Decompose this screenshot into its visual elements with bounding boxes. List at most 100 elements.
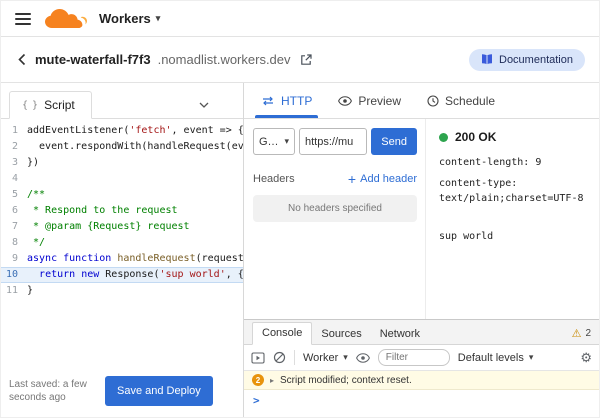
- response-viewer: 200 OK content-length: 9 content-type: t…: [426, 119, 599, 319]
- console-filter-input[interactable]: [378, 349, 450, 366]
- braces-icon: { }: [22, 100, 37, 111]
- eye-icon[interactable]: [356, 353, 370, 363]
- context-value: Worker: [303, 352, 338, 364]
- warning-count-badge: 2: [252, 374, 264, 386]
- http-arrows-icon: [261, 96, 275, 106]
- method-value: G…: [259, 136, 279, 148]
- url-input[interactable]: [299, 128, 367, 155]
- tab-sources[interactable]: Sources: [312, 324, 370, 345]
- script-tab-label: Script: [44, 98, 75, 112]
- code-text: * Respond to the request: [27, 203, 178, 219]
- worker-name: mute-waterfall-f7f3: [35, 52, 151, 67]
- warning-count: 2: [585, 328, 591, 339]
- plus-icon: +: [348, 172, 356, 186]
- status-dot: [439, 133, 448, 142]
- documentation-button[interactable]: Documentation: [469, 49, 585, 71]
- preview-tab-label: Preview: [358, 94, 401, 108]
- response-status: 200 OK: [439, 130, 591, 144]
- code-line[interactable]: 9async function handleRequest(request: [1, 251, 243, 267]
- external-link-icon[interactable]: [300, 54, 312, 66]
- http-body: G… ▾ Send Headers + Add header No heade: [244, 119, 599, 319]
- chevron-down-icon: ▾: [284, 136, 289, 147]
- last-saved-text: Last saved: a few seconds ago: [9, 378, 95, 405]
- line-number: 1: [1, 123, 27, 139]
- workers-editor-app: Workers ▾ mute-waterfall-f7f3 .nomadlist…: [0, 0, 600, 418]
- code-line[interactable]: 10 return new Response('sup world', {: [1, 267, 243, 283]
- log-levels-select[interactable]: Default levels ▾: [458, 352, 534, 364]
- top-bar: Workers ▾: [1, 1, 599, 37]
- warning-icon: ⚠: [572, 327, 582, 340]
- cloudflare-logo: [43, 9, 87, 29]
- method-select[interactable]: G… ▾: [253, 128, 295, 155]
- console-message-text: Script modified; context reset.: [280, 375, 412, 386]
- toolbar-divider: [294, 350, 295, 365]
- console-toolbar: Worker ▾ Default levels ▾ ⚙: [244, 345, 599, 371]
- context-select[interactable]: Worker ▾: [303, 352, 348, 364]
- code-text: * @param {Request} request: [27, 219, 190, 235]
- worker-domain: .nomadlist.workers.dev: [158, 52, 291, 67]
- schedule-tab-label: Schedule: [445, 94, 495, 108]
- code-line[interactable]: 3}): [1, 155, 243, 171]
- product-switcher[interactable]: Workers ▾: [99, 11, 160, 26]
- send-button[interactable]: Send: [371, 128, 417, 155]
- editor-tab-bar: { } Script: [1, 83, 243, 119]
- main-area: { } Script 1addEventListener('fetch', ev…: [1, 83, 599, 417]
- code-text: /**: [27, 187, 45, 203]
- tab-network[interactable]: Network: [371, 324, 429, 345]
- http-tab-label: HTTP: [281, 94, 312, 108]
- no-headers-placeholder: No headers specified: [253, 195, 417, 222]
- eye-icon: [338, 96, 352, 106]
- code-text: */: [27, 235, 45, 251]
- response-header: content-length: 9: [439, 155, 591, 171]
- line-number: 4: [1, 171, 27, 187]
- editor-panel: { } Script 1addEventListener('fetch', ev…: [1, 83, 244, 417]
- chevron-down-icon[interactable]: [199, 102, 209, 108]
- console-prompt[interactable]: >: [244, 390, 599, 417]
- line-number: 11: [1, 283, 27, 299]
- line-number: 7: [1, 219, 27, 235]
- clear-console-icon[interactable]: [273, 351, 286, 364]
- tab-schedule[interactable]: Schedule: [414, 83, 508, 118]
- line-number: 5: [1, 187, 27, 203]
- clock-icon: [427, 95, 439, 107]
- chevron-down-icon: ▾: [343, 352, 348, 363]
- code-line[interactable]: 11}: [1, 283, 243, 299]
- chevron-down-icon: ▾: [156, 13, 161, 24]
- line-number: 8: [1, 235, 27, 251]
- expand-caret-icon: ▸: [270, 376, 274, 385]
- save-and-deploy-button[interactable]: Save and Deploy: [105, 376, 213, 406]
- line-number: 9: [1, 251, 27, 267]
- code-line[interactable]: 5/**: [1, 187, 243, 203]
- code-line[interactable]: 6 * Respond to the request: [1, 203, 243, 219]
- code-text: addEventListener('fetch', event => {: [27, 123, 243, 139]
- play-icon[interactable]: [251, 352, 265, 364]
- tab-http[interactable]: HTTP: [248, 83, 325, 118]
- documentation-label: Documentation: [499, 54, 573, 66]
- levels-value: Default levels: [458, 352, 524, 364]
- headers-label: Headers: [253, 173, 295, 185]
- code-line[interactable]: 2 event.respondWith(handleRequest(ev: [1, 139, 243, 155]
- add-header-button[interactable]: + Add header: [348, 172, 417, 186]
- tab-console[interactable]: Console: [252, 322, 312, 345]
- code-line[interactable]: 8 */: [1, 235, 243, 251]
- request-response-panel: HTTP Preview Schedule G… ▾: [244, 83, 599, 417]
- response-body: sup world: [439, 231, 591, 242]
- code-editor[interactable]: 1addEventListener('fetch', event => {2 e…: [1, 119, 243, 365]
- code-text: return new Response('sup world', {: [27, 267, 243, 283]
- headers-row: Headers + Add header: [253, 172, 417, 186]
- code-line[interactable]: 1addEventListener('fetch', event => {: [1, 123, 243, 139]
- code-line[interactable]: 7 * @param {Request} request: [1, 219, 243, 235]
- code-text: event.respondWith(handleRequest(ev: [27, 139, 243, 155]
- settings-gear-icon[interactable]: ⚙: [580, 350, 592, 366]
- back-icon[interactable]: [15, 51, 28, 68]
- code-line[interactable]: 4: [1, 171, 243, 187]
- line-number: 10: [1, 267, 27, 283]
- console-message[interactable]: 2 ▸ Script modified; context reset.: [244, 371, 599, 390]
- response-header: content-type: text/plain;charset=UTF-8: [439, 176, 591, 207]
- console-panel: Console Sources Network ⚠ 2: [244, 319, 599, 417]
- tab-preview[interactable]: Preview: [325, 83, 414, 118]
- console-tab-bar: Console Sources Network ⚠ 2: [244, 320, 599, 345]
- tab-script[interactable]: { } Script: [9, 91, 92, 119]
- hamburger-menu-icon[interactable]: [15, 13, 31, 25]
- warnings-indicator[interactable]: ⚠ 2: [572, 327, 591, 344]
